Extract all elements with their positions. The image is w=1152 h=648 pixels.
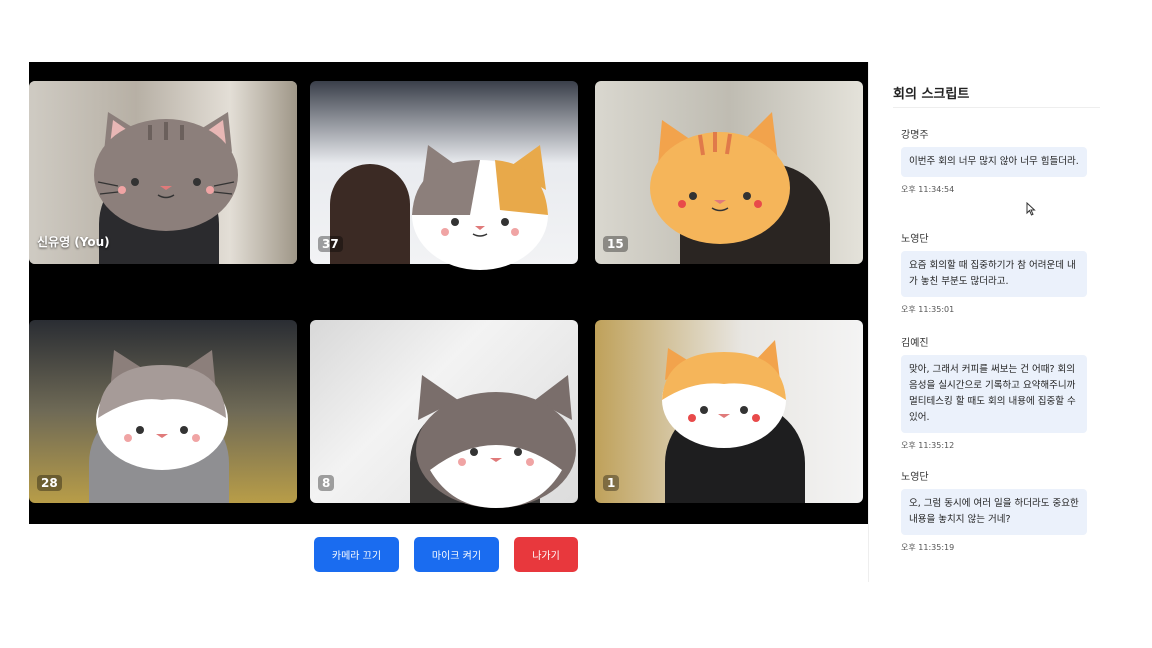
mic-toggle-button[interactable]: 마이크 켜기 (414, 537, 499, 572)
participant-number: 15 (603, 236, 628, 252)
video-tile-1[interactable]: 1 (595, 320, 863, 503)
participant-number: 8 (318, 475, 335, 491)
person-silhouette (665, 403, 805, 503)
message-time: 오후 11:35:01 (901, 305, 955, 314)
message-speaker: 강명주 (901, 130, 929, 141)
video-tile-self[interactable]: 신유영 (You) (29, 81, 297, 264)
person-silhouette (410, 403, 540, 503)
leave-button[interactable]: 나가기 (514, 537, 578, 572)
participant-name: 신유영 (You) (37, 235, 110, 249)
participant-number: 37 (318, 236, 343, 252)
transcript-message: 강명주 이번주 회의 너무 많지 않아 너무 힘들더라. 오후 11:34:54 (901, 126, 1106, 195)
person-silhouette (680, 164, 830, 264)
message-time: 오후 11:34:54 (901, 185, 955, 194)
video-tile-28[interactable]: 28 (29, 320, 297, 503)
transcript-message: 노영단 오, 그럼 동시에 여러 일을 하더라도 중요한 내용을 놓치지 않는 … (901, 468, 1106, 553)
transcript-message: 노영단 요즘 회의할 때 집중하기가 참 어려운데 내가 놓친 부분도 많더라고… (901, 230, 1106, 315)
message-bubble: 맞아, 그래서 커피를 써보는 건 어때? 회의 음성을 실시간으로 기록하고 … (901, 355, 1087, 433)
message-speaker: 노영단 (901, 234, 929, 245)
message-time: 오후 11:35:19 (901, 543, 955, 552)
message-bubble: 이번주 회의 너무 많지 않아 너무 힘들더라. (901, 147, 1087, 177)
person-silhouette (89, 403, 229, 503)
message-bubble: 오, 그럼 동시에 여러 일을 하더라도 중요한 내용을 놓치지 않는 거네? (901, 489, 1087, 535)
transcript-message: 김예진 맞아, 그래서 커피를 써보는 건 어때? 회의 음성을 실시간으로 기… (901, 334, 1106, 451)
video-tile-37[interactable]: 37 (310, 81, 578, 264)
mouse-pointer-icon (1026, 202, 1036, 216)
title-divider (893, 107, 1100, 108)
message-bubble: 요즘 회의할 때 집중하기가 참 어려운데 내가 놓친 부분도 많더라고. (901, 251, 1087, 297)
participant-number: 1 (603, 475, 620, 491)
message-speaker: 노영단 (901, 472, 929, 483)
transcript-title: 회의 스크립트 (893, 87, 970, 102)
camera-toggle-button[interactable]: 카메라 끄기 (314, 537, 399, 572)
sidebar-divider (868, 62, 869, 582)
video-tile-8[interactable]: 8 (310, 320, 578, 503)
participant-number: 28 (37, 475, 62, 491)
video-tile-15[interactable]: 15 (595, 81, 863, 264)
message-speaker: 김예진 (901, 338, 929, 349)
message-time: 오후 11:35:12 (901, 441, 955, 450)
